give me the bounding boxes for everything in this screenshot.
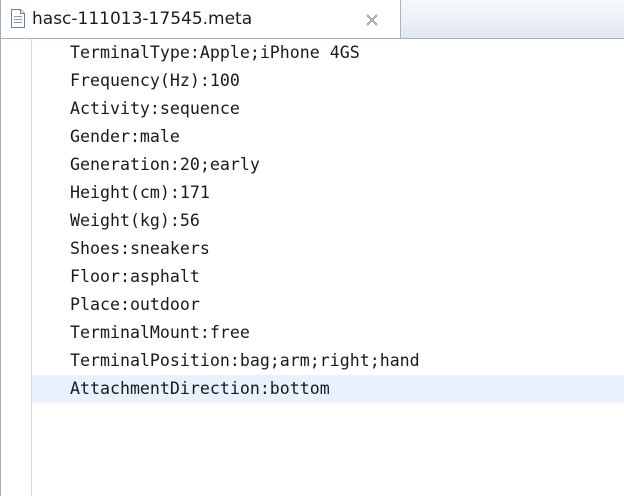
editor-line[interactable]: Generation:20;early	[32, 151, 624, 179]
tab-strip: hasc-111013-17545.meta	[1, 0, 624, 39]
editor-line[interactable]: Frequency(Hz):100	[32, 67, 624, 95]
close-icon[interactable]	[364, 12, 380, 28]
text-editor[interactable]: TerminalType:Apple;iPhone 4GS Frequency(H…	[1, 39, 624, 496]
tab-meta-file[interactable]: hasc-111013-17545.meta	[1, 0, 401, 38]
editor-line[interactable]: Place:outdoor	[32, 291, 624, 319]
editor-lines[interactable]: TerminalType:Apple;iPhone 4GS Frequency(H…	[32, 39, 624, 403]
editor-line[interactable]: Gender:male	[32, 123, 624, 151]
editor-line[interactable]: Activity:sequence	[32, 95, 624, 123]
text-file-icon	[11, 9, 25, 28]
editor-line[interactable]: TerminalPosition:bag;arm;right;hand	[32, 347, 624, 375]
tab-title: hasc-111013-17545.meta	[32, 9, 253, 29]
vertical-ruler	[1, 39, 31, 496]
editor-line[interactable]: Height(cm):171	[32, 179, 624, 207]
editor-line[interactable]: Floor:asphalt	[32, 263, 624, 291]
editor-line[interactable]: Weight(kg):56	[32, 207, 624, 235]
editor-line[interactable]: Shoes:sneakers	[32, 235, 624, 263]
editor-window: hasc-111013-17545.meta TerminalType:Appl…	[0, 0, 624, 496]
editor-line[interactable]: TerminalType:Apple;iPhone 4GS	[32, 39, 624, 67]
current-line[interactable]: AttachmentDirection:bottom	[32, 375, 624, 403]
editor-line[interactable]: TerminalMount:free	[32, 319, 624, 347]
